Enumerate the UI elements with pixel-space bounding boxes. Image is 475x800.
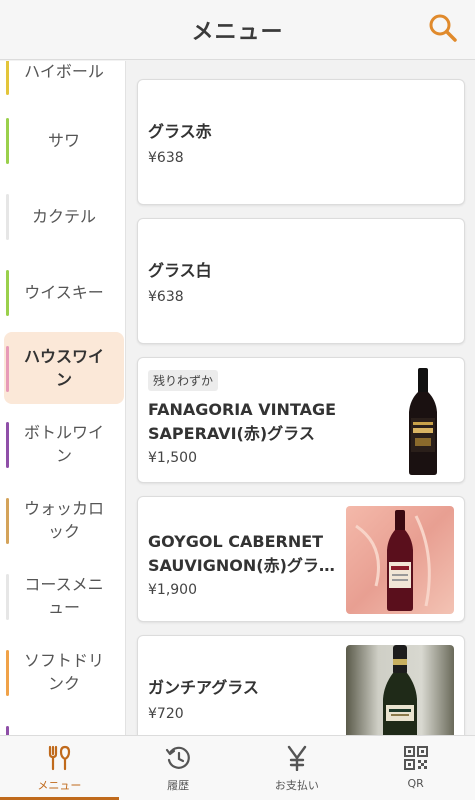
wine-bottle-image xyxy=(346,506,454,614)
qr-code-icon xyxy=(403,746,428,770)
sidebar-item-label: ウォッカロック xyxy=(23,499,104,541)
tab-history[interactable]: 履歴 xyxy=(119,736,238,800)
fork-knife-icon xyxy=(49,745,71,771)
sidebar-item-label: ボトルワイン xyxy=(23,423,104,465)
sidebar-item-whisky[interactable]: ウイスキー xyxy=(4,256,124,328)
product-price: ¥638 xyxy=(148,289,184,305)
product-name: グラス白 xyxy=(148,261,212,280)
tab-payment[interactable]: お支払い xyxy=(238,736,357,800)
category-sidebar: ハイボール サワ カクテル ウイスキー ハウスワイン ボトルワイン ウォッカロッ… xyxy=(0,61,126,735)
history-icon xyxy=(166,746,190,769)
product-name-line-1: FANAGORIA VINTAGE xyxy=(148,400,337,419)
sidebar-item-soft-drink[interactable]: ソフトドリンク xyxy=(4,636,124,708)
bottom-tab-bar: メニュー 履歴 お支払い QR xyxy=(0,735,475,800)
product-card[interactable]: グラス白 ¥638 xyxy=(137,218,465,344)
tab-label: 履歴 xyxy=(167,779,190,792)
category-color-bar xyxy=(6,194,9,240)
category-color-bar xyxy=(6,650,9,696)
search-icon[interactable] xyxy=(427,12,459,44)
sidebar-item-label: ウイスキー xyxy=(24,282,104,302)
tab-qr[interactable]: QR xyxy=(356,736,475,800)
sidebar-item-house-wine[interactable]: ハウスワイン xyxy=(4,332,124,404)
category-color-bar xyxy=(6,346,9,392)
sidebar-item-label: サワ xyxy=(47,130,80,150)
tab-label: QR xyxy=(407,777,424,790)
sidebar-item-cocktail[interactable]: カクテル xyxy=(4,180,124,252)
product-name-line-1: GOYGOL CABERNET xyxy=(148,532,324,551)
category-color-bar xyxy=(6,498,9,544)
product-price: ¥638 xyxy=(148,150,184,166)
sidebar-item-bottle-wine[interactable]: ボトルワイン xyxy=(4,408,124,480)
product-card[interactable]: GOYGOL CABERNET SAUVIGNON(赤)グラ… ¥1,900 xyxy=(137,496,465,622)
product-card[interactable]: ガンチアグラス ¥720 xyxy=(137,635,465,735)
yen-icon xyxy=(287,745,307,771)
category-color-bar xyxy=(6,726,9,735)
tab-label: メニュー xyxy=(37,779,82,792)
tab-menu[interactable]: メニュー xyxy=(0,736,119,800)
page-title: メニュー xyxy=(191,19,284,45)
product-name-line-2: SAPERAVI(赤)グラス xyxy=(148,424,315,443)
category-color-bar xyxy=(6,118,9,164)
sidebar-item-label: カクテル xyxy=(31,206,96,226)
product-card[interactable]: グラス赤 ¥638 xyxy=(137,79,465,205)
tab-label: お支払い xyxy=(274,779,319,792)
app-header: メニュー xyxy=(0,0,475,60)
product-name-line-2: SAUVIGNON(赤)グラ… xyxy=(148,556,335,575)
category-color-bar xyxy=(6,270,9,316)
wine-bottle-image xyxy=(346,645,454,735)
sidebar-item-highball[interactable]: ハイボール xyxy=(4,61,124,107)
product-price: ¥1,900 xyxy=(148,582,197,598)
sidebar-item-next[interactable] xyxy=(4,712,124,735)
sidebar-item-label: ハウスワイン xyxy=(23,347,104,389)
low-stock-badge: 残りわずか xyxy=(148,370,219,391)
sidebar-item-label: ハイボール xyxy=(24,61,104,81)
product-name: ガンチアグラス xyxy=(148,678,259,697)
category-color-bar xyxy=(6,61,9,95)
category-color-bar xyxy=(6,422,9,468)
product-price: ¥1,500 xyxy=(148,450,197,466)
sidebar-item-label: コースメニュー xyxy=(24,575,104,617)
product-list: グラス赤 ¥638 グラス白 ¥638 残りわずか FANAGORIA VINT… xyxy=(127,61,475,735)
wine-bottle-image xyxy=(392,366,454,476)
sidebar-item-course-menu[interactable]: コースメニュー xyxy=(4,560,124,632)
product-card[interactable]: 残りわずか FANAGORIA VINTAGE SAPERAVI(赤)グラス ¥… xyxy=(137,357,465,483)
product-price: ¥720 xyxy=(148,706,184,722)
category-color-bar xyxy=(6,574,9,620)
product-name: グラス赤 xyxy=(148,122,212,141)
sidebar-item-vodka-rock[interactable]: ウォッカロック xyxy=(4,484,124,556)
sidebar-item-label: ソフトドリンク xyxy=(23,651,104,693)
sidebar-item-sour[interactable]: サワ xyxy=(4,104,124,176)
